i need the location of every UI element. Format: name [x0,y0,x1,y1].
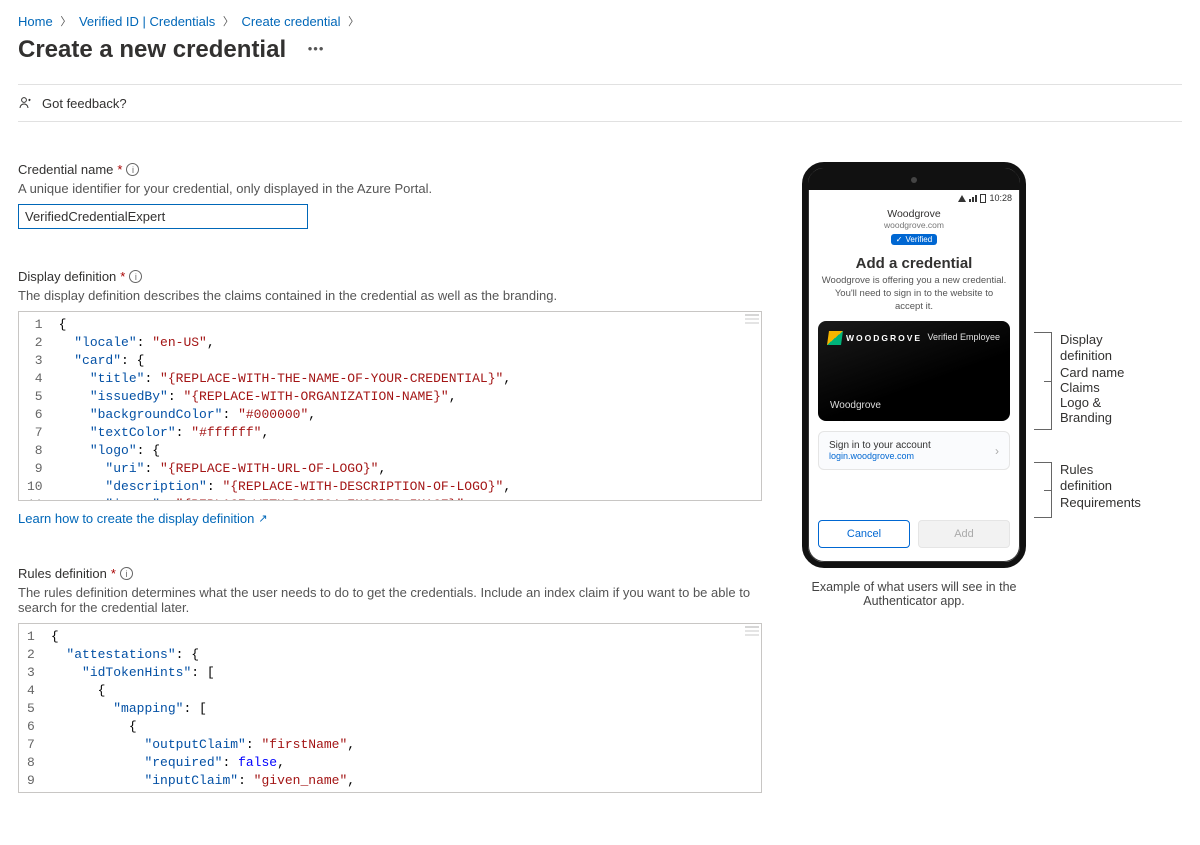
chevron-right-icon: 〉 [60,13,71,29]
learn-display-definition-link[interactable]: Learn how to create the display definiti… [18,511,268,526]
preview-add-button: Add [918,520,1010,548]
chevron-right-icon: 〉 [348,13,359,29]
breadcrumb-create-credential[interactable]: Create credential [242,14,341,29]
required-mark: * [111,566,116,581]
card-logo-icon [827,331,843,345]
rules-definition-label: Rules definition [18,566,107,581]
preview-brand: Woodgrove [808,208,1020,220]
credential-name-group: Credential name * i A unique identifier … [18,162,762,229]
display-definition-group: Display definition * i The display defin… [18,269,762,526]
editor-body[interactable]: { "attestations": { "idTokenHints": [ { … [45,624,761,792]
feedback-label: Got feedback? [42,96,127,111]
annot-sub: Card name [1060,365,1141,380]
feedback-person-icon [18,95,34,111]
preview-title: Add a credential [808,255,1020,272]
breadcrumb-verified-id[interactable]: Verified ID | Credentials [79,14,215,29]
preview-panel: 10:28 Woodgrove woodgrove.com Verified A… [802,162,1182,608]
annot-sub: Requirements [1060,495,1141,510]
external-link-icon: ↗ [258,512,267,525]
info-icon[interactable]: i [120,567,133,580]
required-mark: * [117,162,122,177]
chevron-right-icon: 〉 [223,13,234,29]
bracket-icon [1034,332,1052,430]
signal-icon [969,195,977,202]
card-type: Verified Employee [927,332,1000,342]
page-title: Create a new credential [18,36,286,64]
breadcrumb: Home 〉 Verified ID | Credentials 〉 Creat… [18,12,1182,36]
preview-domain: woodgrove.com [808,220,1020,230]
editor-gutter: 123456789 [19,624,45,792]
bracket-icon [1034,462,1052,518]
battery-icon [980,194,986,203]
credential-name-hint: A unique identifier for your credential,… [18,181,762,196]
rules-definition-group: Rules definition * i The rules definitio… [18,566,762,793]
phone-notch [808,168,1020,190]
display-definition-editor[interactable]: 1234567891011 { "locale": "en-US", "card… [18,311,762,501]
info-icon[interactable]: i [126,163,139,176]
annot-sub: Claims [1060,380,1141,395]
feedback-bar[interactable]: Got feedback? [18,84,1182,122]
editor-body[interactable]: { "locale": "en-US", "card": { "title": … [53,312,761,500]
preview-annotations: Displaydefinition Card name Claims Logo … [1034,162,1141,528]
rules-definition-editor[interactable]: 123456789 { "attestations": { "idTokenHi… [18,623,762,793]
credential-name-input[interactable] [18,204,308,229]
preview-signin-row: Sign in to your account login.woodgrove.… [818,431,1010,470]
breadcrumb-home[interactable]: Home [18,14,53,29]
rules-definition-hint: The rules definition determines what the… [18,585,762,615]
preview-caption: Example of what users will see in the Au… [802,580,1026,608]
editor-gutter: 1234567891011 [19,312,53,500]
preview-cancel-button: Cancel [818,520,910,548]
chevron-right-icon: › [995,444,999,458]
signin-line1: Sign in to your account [829,440,931,451]
display-definition-hint: The display definition describes the cla… [18,288,762,303]
wifi-icon [958,195,966,202]
phone-frame: 10:28 Woodgrove woodgrove.com Verified A… [802,162,1026,568]
annot-display-title: Displaydefinition [1060,332,1141,365]
display-definition-label: Display definition [18,269,116,284]
signin-line2: login.woodgrove.com [829,451,931,461]
annot-sub: Logo &Branding [1060,395,1141,425]
info-icon[interactable]: i [129,270,142,283]
preview-credential-card: WOODGROVE Verified Employee Woodgrove [818,321,1010,421]
card-issuer: Woodgrove [830,400,881,411]
required-mark: * [120,269,125,284]
verified-badge: Verified [891,234,937,245]
editor-minimap[interactable] [745,626,759,646]
phone-status-bar: 10:28 [808,190,1020,206]
more-actions-button[interactable]: ••• [308,41,325,56]
credential-name-label: Credential name [18,162,113,177]
card-brand: WOODGROVE [846,333,922,343]
preview-subtitle: Woodgrove is offering you a new credenti… [808,275,1020,313]
editor-minimap[interactable] [745,314,759,334]
status-time: 10:28 [989,193,1012,203]
annot-rules-title: Rulesdefinition [1060,462,1141,495]
